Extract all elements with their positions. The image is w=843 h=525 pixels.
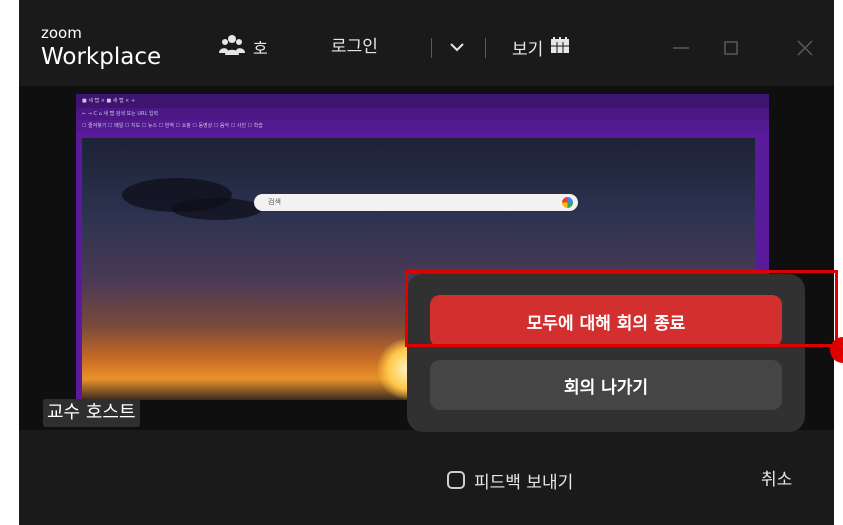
feedback-label: 피드백 보내기 bbox=[474, 472, 574, 493]
shared-search-box: 검색 bbox=[254, 194, 578, 211]
cloud bbox=[172, 198, 262, 220]
participant-name-tag: 교수 호스트 bbox=[43, 399, 140, 427]
shared-bookmarks-text: ☐ 즐겨찾기 ☐ 메일 ☐ 지도 ☐ 뉴스 ☐ 번역 ☐ 쇼핑 ☐ 동영상 ☐ … bbox=[82, 123, 263, 129]
title-bar: zoom Workplace 호 로그인 보기 bbox=[19, 0, 834, 86]
participants-button[interactable]: 호 bbox=[219, 34, 268, 60]
zoom-window: zoom Workplace 호 로그인 보기 ■ 새 탭 × ■ 새 탭 × … bbox=[19, 0, 834, 525]
grid-view-icon bbox=[551, 36, 570, 58]
leave-meeting-button[interactable]: 회의 나가기 bbox=[430, 360, 782, 410]
logo-zoom-text: zoom bbox=[41, 24, 82, 42]
divider bbox=[485, 38, 486, 58]
shared-address-text: ← → C ⌂ 새 탭 검색 또는 URL 입력 bbox=[82, 111, 159, 117]
participants-icon bbox=[219, 34, 245, 60]
divider bbox=[431, 38, 432, 58]
feedback-checkbox[interactable] bbox=[447, 471, 465, 489]
login-button[interactable]: 로그인 bbox=[331, 34, 378, 60]
maximize-icon[interactable] bbox=[719, 36, 743, 60]
participants-label: 호 bbox=[253, 39, 268, 58]
minimize-icon[interactable] bbox=[669, 36, 693, 60]
send-feedback-option[interactable]: 피드백 보내기 bbox=[447, 469, 574, 493]
chevron-down-icon[interactable] bbox=[447, 36, 467, 58]
close-icon[interactable] bbox=[793, 36, 817, 60]
shared-search-placeholder: 검색 bbox=[268, 198, 281, 206]
shared-browser-bookmarks: ☐ 즐겨찾기 ☐ 메일 ☐ 지도 ☐ 뉴스 ☐ 번역 ☐ 쇼핑 ☐ 동영상 ☐ … bbox=[76, 120, 769, 132]
google-icon bbox=[562, 197, 573, 208]
view-button[interactable]: 보기 bbox=[512, 34, 570, 60]
shared-browser-tabs: ■ 새 탭 × ■ 새 탭 × + bbox=[76, 94, 769, 108]
shared-tabs-text: ■ 새 탭 × ■ 새 탭 × + bbox=[82, 98, 136, 104]
shared-browser-address-bar: ← → C ⌂ 새 탭 검색 또는 URL 입력 bbox=[76, 108, 769, 120]
logo-workplace-text: Workplace bbox=[41, 44, 162, 70]
view-label: 보기 bbox=[512, 39, 544, 60]
footer-bar: 피드백 보내기 취소 bbox=[19, 430, 834, 525]
highlight-box bbox=[405, 270, 838, 347]
cancel-button[interactable]: 취소 bbox=[761, 469, 792, 491]
